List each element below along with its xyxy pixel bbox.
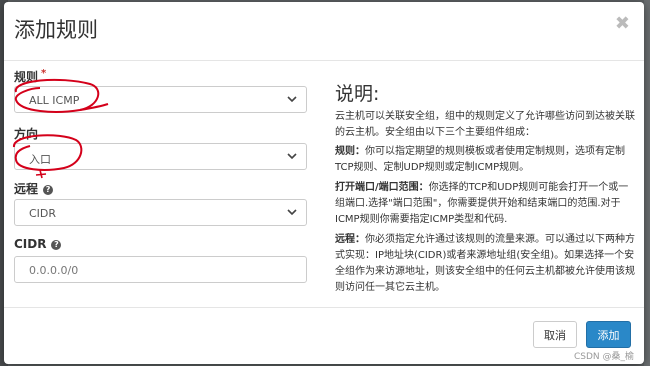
direction-select-value: 入口 [29, 153, 51, 166]
cidr-input-value: 0.0.0.0/0 [29, 264, 79, 277]
help-remote: 远程：你必须指定允许通过该规则的流量来源。可以通过以下两种方式实现：IP地址块(… [335, 232, 635, 296]
help-icon[interactable]: ? [43, 184, 54, 195]
footer-divider [4, 307, 644, 308]
cidr-label: CIDR? [14, 237, 62, 251]
help-remote-term: 远程： [335, 234, 365, 245]
rule-select[interactable]: ALL ICMP [14, 86, 307, 113]
remote-label: 远程? [14, 180, 54, 197]
backdrop-edge [644, 0, 650, 366]
direction-label: 方向 [14, 125, 38, 142]
required-star: * [41, 68, 47, 79]
help-rule-desc: 你可以指定期望的规则模板或者使用定制规则，选项有定制TCP规则、定制UDP规则或… [335, 146, 625, 173]
direction-label-text: 方向 [14, 127, 39, 141]
add-rule-dialog: 添加规则 ✖ 规则 * ALL ICMP 方向 入口 远程? CIDR CIDR?… [4, 2, 644, 364]
help-rule-term: 规则： [335, 146, 365, 157]
cidr-input[interactable]: 0.0.0.0/0 [14, 256, 307, 283]
help-title: 说明: [335, 83, 380, 105]
remote-select[interactable]: CIDR [14, 199, 307, 226]
help-rule: 规则：你可以指定期望的规则模板或者使用定制规则，选项有定制TCP规则、定制UDP… [335, 144, 635, 176]
add-button[interactable]: 添加 [586, 321, 631, 348]
help-icon[interactable]: ? [51, 239, 62, 250]
remote-select-value: CIDR [29, 207, 57, 220]
help-remote-desc: 你必须指定允许通过该规则的流量来源。可以通过以下两种方式实现：IP地址块(CID… [335, 234, 635, 293]
chevron-down-icon [287, 153, 297, 160]
rule-label-text: 规则 [14, 70, 39, 84]
help-port-term: 打开端口/端口范围： [335, 182, 429, 193]
close-icon[interactable]: ✖ [615, 13, 630, 34]
chevron-down-icon [287, 96, 297, 103]
remote-label-text: 远程 [14, 182, 39, 196]
watermark: CSDN @桑_榆 [573, 352, 634, 362]
help-intro: 云主机可以关联安全组，组中的规则定义了允许哪些访问到达被关联的云主机。安全组由以… [335, 111, 635, 138]
dialog-header: 添加规则 ✖ [4, 2, 644, 61]
dialog-title: 添加规则 [14, 18, 98, 42]
rule-label: 规则 * [14, 68, 46, 85]
cidr-label-text: CIDR [14, 237, 47, 251]
help-port: 打开端口/端口范围：你选择的TCP和UDP规则可能会打开一个或一组端口.选择"端… [335, 180, 635, 228]
direction-select[interactable]: 入口 [14, 143, 307, 170]
chevron-down-icon [287, 209, 297, 216]
rule-select-value: ALL ICMP [29, 94, 80, 107]
cancel-button[interactable]: 取消 [533, 321, 577, 348]
